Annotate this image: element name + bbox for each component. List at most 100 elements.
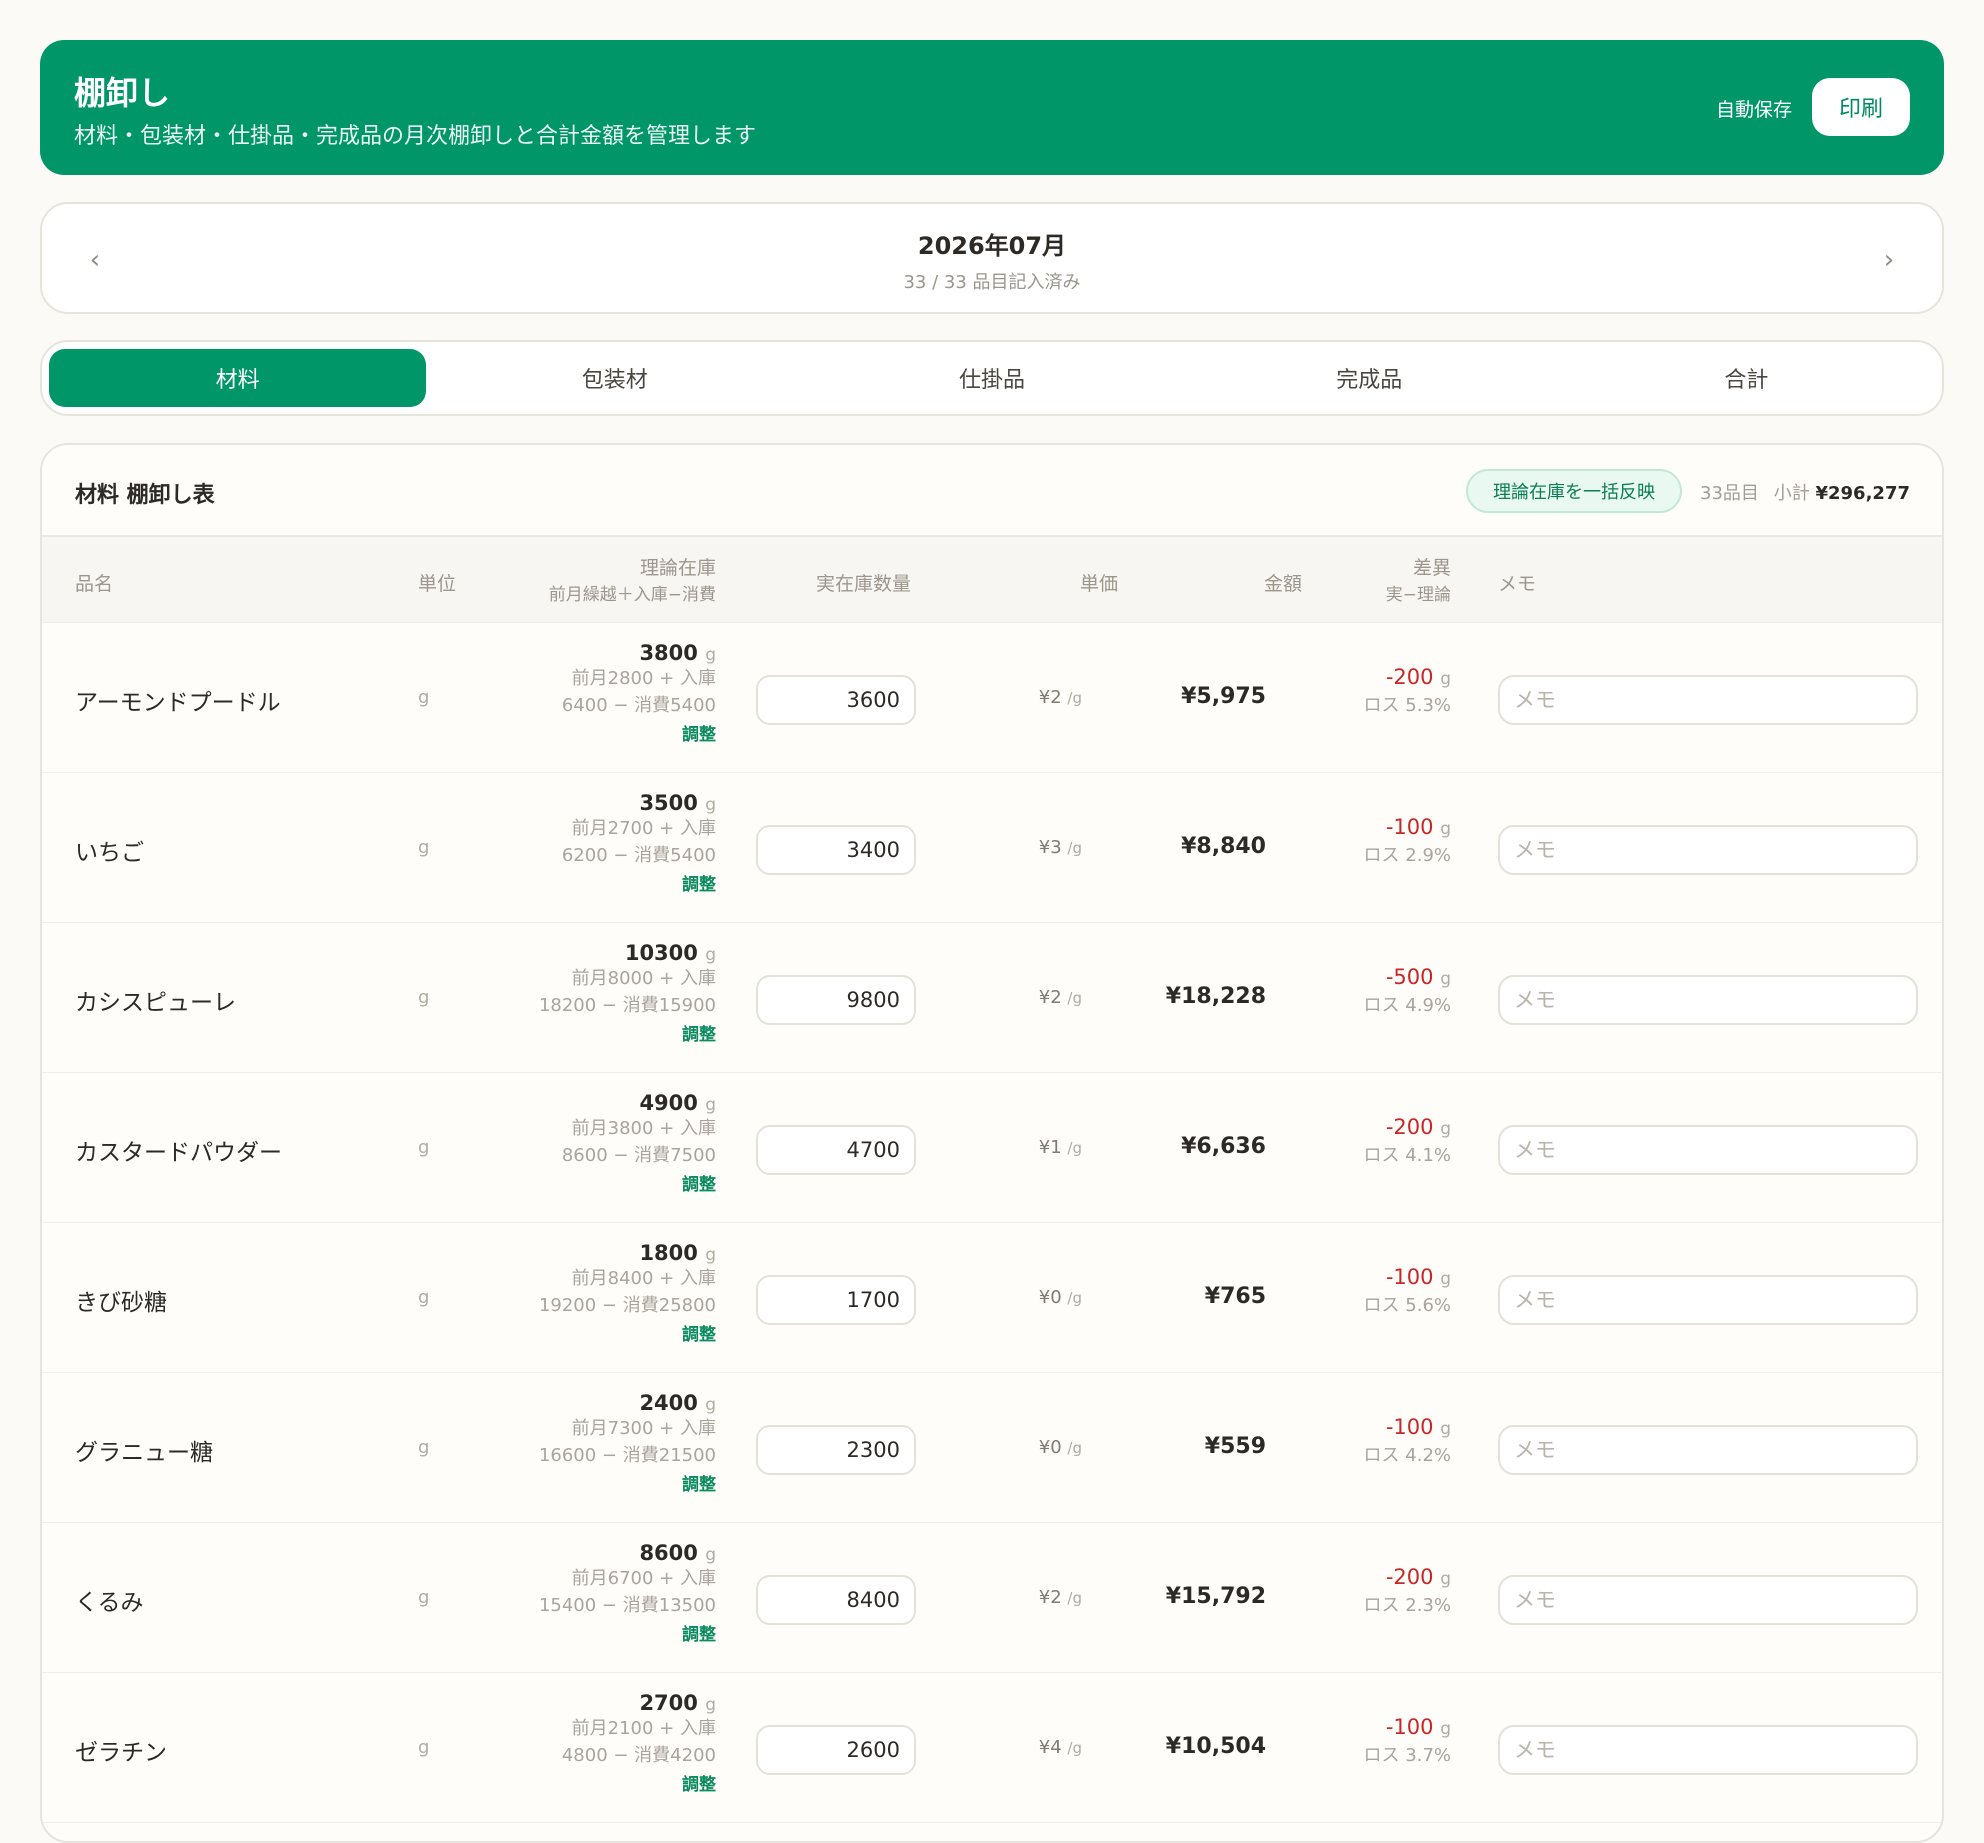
actual-qty-input[interactable]: 9800 [756, 975, 916, 1025]
theoretical-breakdown-1: 前月6700 + 入庫 [571, 1568, 716, 1589]
item-unit: g [418, 1737, 430, 1758]
tab-total[interactable]: 合計 [1558, 349, 1935, 407]
subtotal: 小計 ¥296,277 [1774, 479, 1910, 505]
theoretical-breakdown-1: 前月8400 + 入庫 [571, 1268, 716, 1289]
item-unit: g [418, 1587, 430, 1608]
inventory-table-card: 材料 棚卸し表 理論在庫を一括反映 33品目 小計 ¥296,277 品名 単位… [40, 443, 1944, 1843]
memo-input[interactable]: メモ [1498, 1575, 1918, 1625]
theoretical-qty: 4900 g [639, 1091, 716, 1115]
theoretical-breakdown-2: 6200 − 消費5400 [561, 845, 716, 866]
item-name: アーモンドプードル [75, 690, 281, 716]
memo-input[interactable]: メモ [1498, 825, 1918, 875]
adjust-link[interactable]: 調整 [562, 1170, 716, 1195]
memo-input[interactable]: メモ [1498, 675, 1918, 725]
unit-price: ¥0 /g [1038, 1437, 1082, 1458]
table-row: アーモンドプードル g 3800 g 前月2800 + 入庫 6400 − 消費… [42, 623, 1942, 773]
difference-value: -100 g [1385, 1415, 1451, 1439]
adjust-link[interactable]: 調整 [539, 1020, 716, 1045]
loss-rate: ロス 5.6% [1363, 1295, 1451, 1316]
memo-input[interactable]: メモ [1498, 975, 1918, 1025]
difference-value: -500 g [1385, 965, 1451, 989]
memo-input[interactable]: メモ [1498, 1725, 1918, 1775]
difference: -200 g ロス 4.1% [1364, 1115, 1451, 1167]
actual-qty-input[interactable]: 4700 [756, 1125, 916, 1175]
item-count: 33品目 [1700, 483, 1759, 504]
actual-qty-input[interactable]: 8400 [756, 1575, 916, 1625]
tab-packaging[interactable]: 包装材 [426, 349, 803, 407]
loss-rate: ロス 3.7% [1363, 1745, 1451, 1766]
item-unit: g [418, 1137, 430, 1158]
theoretical-breakdown-2: 16600 − 消費21500 [538, 1445, 716, 1466]
col-theoretical: 理論在庫 前月繰越＋入庫−消費 [549, 553, 716, 605]
unit-price: ¥2 /g [1038, 1587, 1082, 1608]
item-name: ゼラチン [75, 1740, 167, 1766]
item-name: きび砂糖 [75, 1290, 167, 1316]
adjust-link[interactable]: 調整 [562, 720, 716, 745]
loss-rate: ロス 2.9% [1363, 845, 1451, 866]
item-name: グラニュー糖 [75, 1440, 213, 1466]
theoretical-qty: 3800 g [639, 641, 716, 665]
theoretical-qty: 1800 g [639, 1241, 716, 1265]
theoretical-breakdown-1: 前月7300 + 入庫 [571, 1418, 716, 1439]
chevron-right-icon[interactable]: › [1869, 232, 1909, 288]
actual-qty-input[interactable]: 2600 [756, 1725, 916, 1775]
unit-price: ¥4 /g [1038, 1737, 1082, 1758]
tab-materials[interactable]: 材料 [49, 349, 427, 407]
theoretical-stock: 10300 g 前月8000 + 入庫 18200 − 消費15900 調整 [539, 941, 716, 1045]
col-name: 品名 [75, 573, 114, 595]
adjust-link[interactable]: 調整 [562, 870, 716, 895]
month-label: 2026年07月 [917, 232, 1067, 260]
adjust-link[interactable]: 調整 [539, 1320, 716, 1345]
difference-value: -200 g [1385, 1115, 1451, 1139]
col-memo: メモ [1498, 573, 1537, 595]
tab-wip[interactable]: 仕掛品 [803, 349, 1180, 407]
actual-qty-input[interactable]: 1700 [756, 1275, 916, 1325]
adjust-link[interactable]: 調整 [562, 1770, 716, 1795]
adjust-link[interactable]: 調整 [539, 1470, 716, 1495]
difference: -200 g ロス 5.3% [1364, 665, 1451, 717]
actual-qty-input[interactable]: 3400 [756, 825, 916, 875]
memo-input[interactable]: メモ [1498, 1275, 1918, 1325]
theoretical-breakdown-1: 前月2700 + 入庫 [571, 818, 716, 839]
actual-qty-input[interactable]: 3600 [756, 675, 916, 725]
col-unit: 単位 [418, 573, 457, 595]
theoretical-breakdown-2: 8600 − 消費7500 [561, 1145, 716, 1166]
subtotal-label: 小計 [1773, 483, 1810, 504]
difference-value: -200 g [1385, 665, 1451, 689]
item-unit: g [418, 1287, 430, 1308]
apply-theoretical-button[interactable]: 理論在庫を一括反映 [1466, 469, 1682, 513]
table-row: ゼラチン g 2700 g 前月2100 + 入庫 4800 − 消費4200 … [42, 1673, 1942, 1823]
print-button[interactable]: 印刷 [1812, 78, 1910, 136]
tab-finished[interactable]: 完成品 [1181, 349, 1558, 407]
unit-price: ¥0 /g [1038, 1287, 1082, 1308]
column-headers: 品名 単位 理論在庫 前月繰越＋入庫−消費 実在庫数量 単価 金額 差異 実−理… [42, 537, 1942, 623]
theoretical-stock: 1800 g 前月8400 + 入庫 19200 − 消費25800 調整 [539, 1241, 716, 1345]
subtotal-value: ¥296,277 [1815, 483, 1910, 504]
col-theoretical-label: 理論在庫 [639, 557, 716, 579]
theoretical-breakdown-1: 前月2100 + 入庫 [571, 1718, 716, 1739]
loss-rate: ロス 4.1% [1363, 1145, 1451, 1166]
col-diff-label: 差異 [1412, 557, 1451, 579]
actual-qty-input[interactable]: 2300 [756, 1425, 916, 1475]
theoretical-stock: 4900 g 前月3800 + 入庫 8600 − 消費7500 調整 [562, 1091, 716, 1195]
item-amount: ¥765 [1204, 1284, 1266, 1309]
table-row: くるみ g 8600 g 前月6700 + 入庫 15400 − 消費13500… [42, 1523, 1942, 1673]
unit-price: ¥3 /g [1038, 837, 1082, 858]
item-unit: g [418, 687, 430, 708]
theoretical-breakdown-1: 前月3800 + 入庫 [571, 1118, 716, 1139]
table-body: アーモンドプードル g 3800 g 前月2800 + 入庫 6400 − 消費… [42, 623, 1942, 1823]
table-row: カスタードパウダー g 4900 g 前月3800 + 入庫 8600 − 消費… [42, 1073, 1942, 1223]
adjust-link[interactable]: 調整 [539, 1620, 716, 1645]
difference: -100 g ロス 4.2% [1364, 1415, 1451, 1467]
theoretical-stock: 3500 g 前月2700 + 入庫 6200 − 消費5400 調整 [562, 791, 716, 895]
memo-input[interactable]: メモ [1498, 1125, 1918, 1175]
difference-value: -200 g [1385, 1565, 1451, 1589]
memo-input[interactable]: メモ [1498, 1425, 1918, 1475]
item-name: カシスピューレ [75, 990, 236, 1016]
col-theoretical-sub: 前月繰越＋入庫−消費 [548, 585, 716, 605]
theoretical-breakdown-2: 15400 − 消費13500 [538, 1595, 716, 1616]
entry-progress: 33 / 33 品目記入済み [903, 272, 1081, 293]
table-row: グラニュー糖 g 2400 g 前月7300 + 入庫 16600 − 消費21… [42, 1373, 1942, 1523]
col-amount: 金額 [1264, 573, 1303, 595]
theoretical-stock: 8600 g 前月6700 + 入庫 15400 − 消費13500 調整 [539, 1541, 716, 1645]
